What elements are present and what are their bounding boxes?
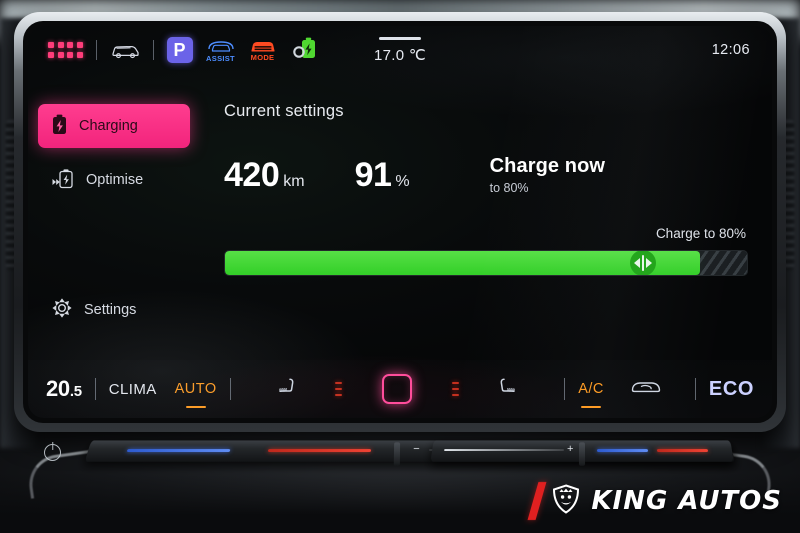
sidebar: Charging Optimise Settings: [28, 74, 200, 360]
charge-now-subtitle: to 80%: [489, 181, 529, 195]
main-content: Current settings 420 km 91 % Charge now …: [200, 74, 772, 360]
driver-temp-control[interactable]: 20.5: [46, 376, 82, 402]
charge-limit-slider-wrap: Charge to 80%: [224, 226, 748, 276]
clima-button[interactable]: CLIMA: [109, 381, 157, 398]
driver-temp-cool-strip[interactable]: [126, 449, 230, 452]
ac-label: A/C: [578, 381, 604, 397]
page-title: Current settings: [224, 102, 344, 120]
range-value: 420: [224, 156, 280, 194]
climate-divider-2: [229, 378, 231, 400]
sidebar-item-optimise[interactable]: Optimise: [38, 158, 190, 202]
drive-mode-icon[interactable]: MODE: [249, 38, 277, 62]
assist-icon[interactable]: ASSIST: [206, 38, 236, 63]
eco-button[interactable]: ECO: [709, 378, 754, 401]
infotainment-bezel: P ASSIST MODE 17.0 ℃ 12:06 Charging Opti…: [14, 12, 786, 432]
charge-now-title: Charge now: [489, 155, 606, 177]
apps-grid-icon[interactable]: [48, 42, 83, 58]
airflow-indicator-left: [335, 381, 343, 397]
drive-mode-label: MODE: [250, 53, 275, 62]
clock: 12:06: [711, 42, 750, 58]
temperature-readout[interactable]: 17.0 ℃: [373, 36, 427, 64]
soc-unit: %: [395, 173, 410, 190]
climate-divider-3: [564, 378, 566, 400]
auto-button[interactable]: AUTO: [174, 381, 217, 408]
battery-fast-icon: [52, 168, 74, 193]
outside-temperature: 17.0 ℃: [373, 46, 427, 64]
range-unit: km: [283, 173, 305, 190]
knob-grip: [641, 255, 644, 271]
slider-center-notch-right: [578, 442, 586, 466]
crowned-lion-shield-icon: [550, 483, 582, 520]
charge-limit-knob[interactable]: [629, 251, 656, 275]
battery-icon: [52, 114, 67, 139]
charge-limit-hatch-region: [700, 251, 747, 275]
status-divider: [95, 40, 97, 60]
sidebar-item-label-optimise: Optimise: [86, 172, 144, 188]
park-assist-p-icon[interactable]: P: [166, 37, 193, 63]
climate-divider-4: [694, 378, 696, 400]
auto-active-underline: [185, 405, 206, 408]
volume-plus-icon[interactable]: +: [567, 443, 574, 455]
fan-center-icon[interactable]: [382, 374, 413, 404]
infotainment-screen: P ASSIST MODE 17.0 ℃ 12:06 Charging Opti…: [28, 26, 772, 418]
driver-temp-whole: 20: [46, 376, 70, 401]
volume-track-right[interactable]: [444, 449, 565, 451]
airflow-indicator-right: [452, 381, 460, 397]
bezel-inner: P ASSIST MODE 17.0 ℃ 12:06 Charging Opti…: [23, 21, 777, 423]
physical-slider-bar-right[interactable]: +: [430, 440, 734, 466]
driver-temp-decimal: .5: [69, 383, 82, 400]
charge-limit-slider[interactable]: [224, 250, 748, 276]
assist-label: ASSIST: [206, 53, 235, 63]
auto-label: AUTO: [174, 381, 217, 397]
driver-temp-value: 20.5: [46, 376, 82, 402]
sidebar-item-label-charging: Charging: [79, 118, 138, 134]
seat-heater-left-icon[interactable]: [277, 377, 299, 402]
volume-minus-icon[interactable]: −: [413, 443, 419, 455]
drag-handle[interactable]: [378, 36, 421, 40]
passenger-temp-warm-strip[interactable]: [656, 449, 709, 452]
charge-now-button[interactable]: Charge now to 80%: [490, 155, 605, 195]
range-readout: 420 km: [224, 156, 305, 195]
gear-icon: [52, 298, 72, 322]
ac-active-underline: [581, 405, 602, 408]
seat-heater-right-icon[interactable]: [495, 377, 517, 402]
chevron-left-icon: [633, 258, 640, 268]
state-of-charge-readout: 91 %: [355, 156, 410, 195]
climate-divider-1: [94, 378, 96, 400]
status-divider-2: [152, 40, 154, 60]
watermark-text: KING AUTOS: [591, 486, 782, 516]
climate-bar: 20.5 CLIMA AUTO A/C ECO: [28, 360, 772, 418]
watermark: KING AUTOS: [527, 481, 782, 521]
soc-value: 91: [354, 156, 392, 194]
battery-charging-settings-icon[interactable]: [290, 36, 318, 65]
sidebar-item-charging[interactable]: Charging: [38, 104, 190, 148]
hardware-control-strip: − +: [25, 436, 775, 499]
passenger-temp-cool-strip[interactable]: [596, 449, 649, 452]
chevron-right-icon: [645, 258, 652, 268]
readouts-row: 420 km 91 % Charge now to 80%: [224, 155, 748, 195]
slider-center-notch: [393, 442, 400, 466]
status-bar: P ASSIST MODE 17.0 ℃ 12:06: [28, 26, 772, 74]
sidebar-item-settings[interactable]: Settings: [38, 288, 190, 332]
vehicle-icon[interactable]: [110, 41, 140, 59]
windshield-defrost-icon[interactable]: [630, 378, 662, 401]
sidebar-item-label-settings: Settings: [84, 302, 137, 318]
power-button[interactable]: [44, 444, 61, 461]
driver-temp-warm-strip[interactable]: [268, 449, 372, 452]
ac-button[interactable]: A/C: [578, 381, 604, 408]
charge-limit-label: Charge to 80%: [655, 226, 746, 241]
